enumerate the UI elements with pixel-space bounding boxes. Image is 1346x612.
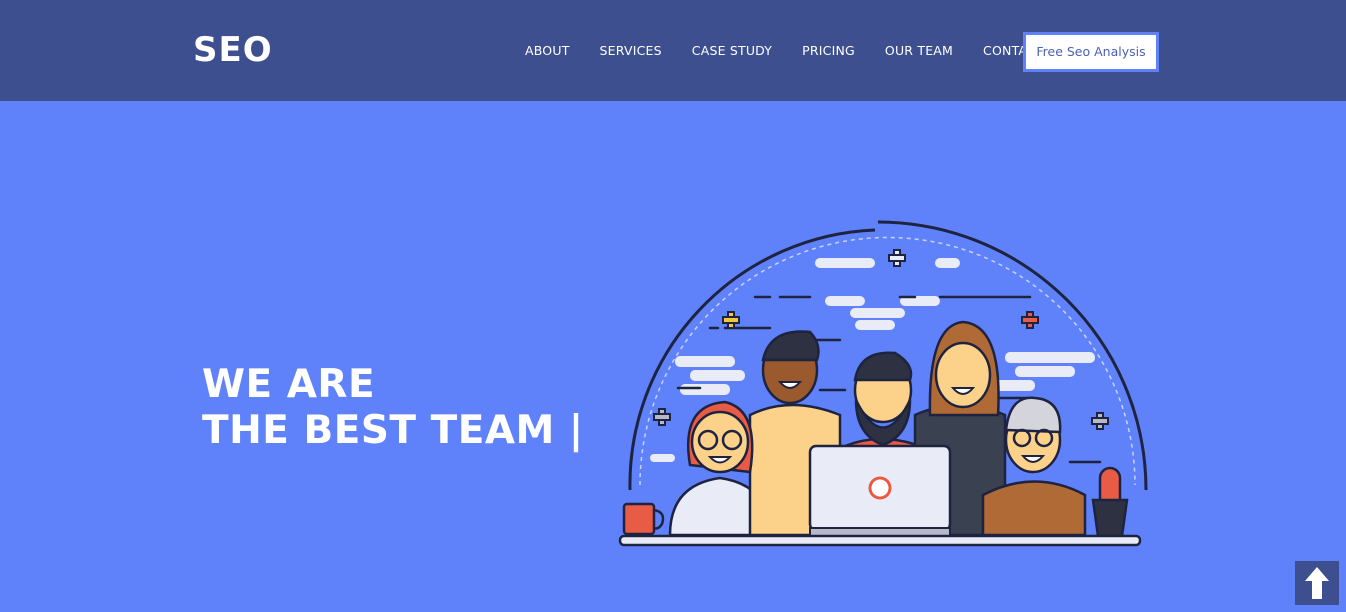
nav-services[interactable]: SERVICES [600,43,662,58]
nav-case-study[interactable]: CASE STUDY [692,43,772,58]
hero-title: WE ARE THE BEST TEAM | [202,362,584,454]
nav-pricing[interactable]: PRICING [802,43,855,58]
hero-line-1: WE ARE [202,362,376,407]
header-navbar: SEO ABOUT SERVICES CASE STUDY PRICING OU… [0,0,1346,101]
nav-about[interactable]: ABOUT [525,43,570,58]
logo[interactable]: SEO [193,30,273,70]
hero-line-2: THE BEST TEAM | [202,408,584,453]
nav-our-team[interactable]: OUR TEAM [885,43,953,58]
main-nav: ABOUT SERVICES CASE STUDY PRICING OUR TE… [510,43,1059,58]
team-illustration [618,220,1148,547]
free-seo-analysis-button[interactable]: Free Seo Analysis [1023,32,1159,72]
scroll-to-top-button[interactable] [1295,561,1339,605]
arrow-up-icon [1305,567,1329,599]
